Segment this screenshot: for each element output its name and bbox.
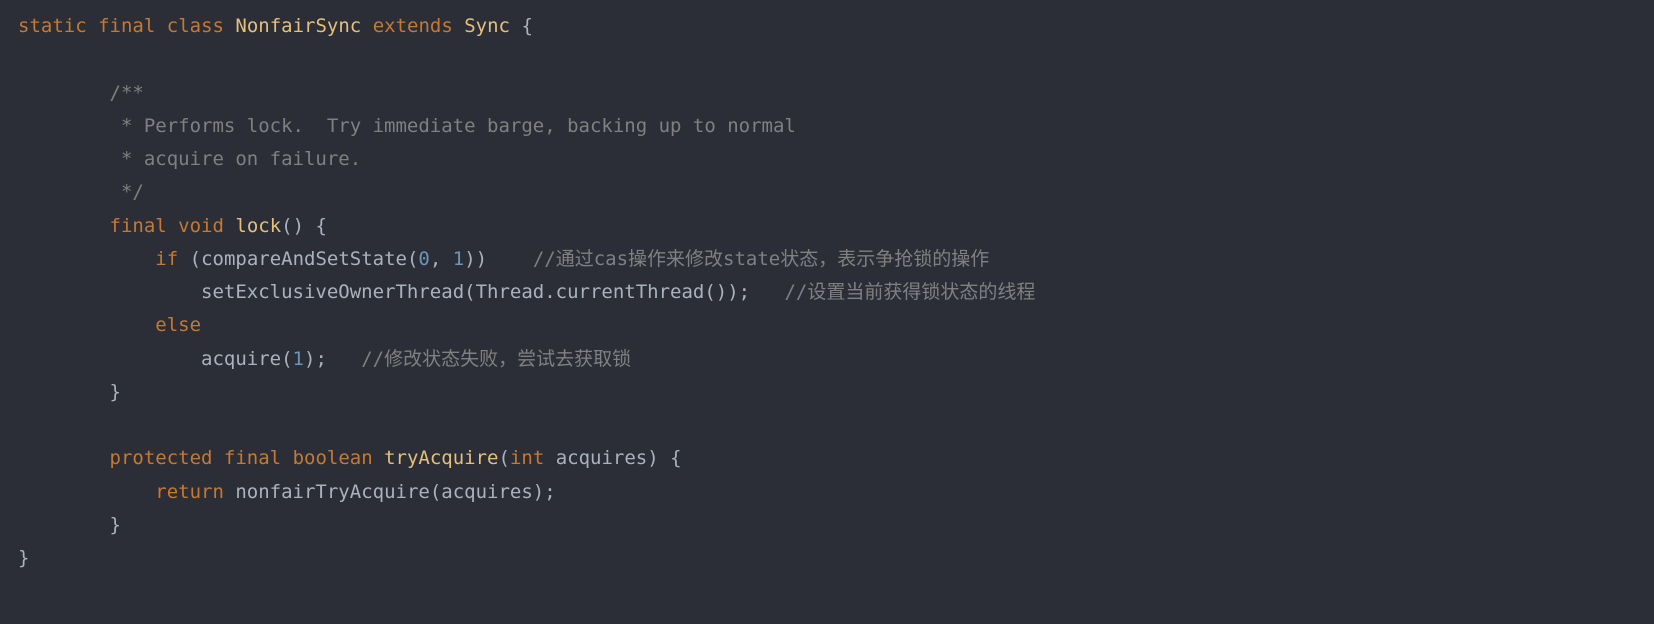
kw-static: static: [18, 15, 87, 37]
kw-final: final: [224, 447, 281, 469]
comment-line: * acquire on failure.: [110, 148, 362, 170]
method-tryacquire: tryAcquire: [384, 447, 498, 469]
call-acquire: acquire(: [201, 348, 293, 370]
call-nonfair: nonfairTryAcquire(acquires);: [224, 481, 556, 503]
param-name: acquires) {: [544, 447, 681, 469]
type-sync: Sync: [464, 15, 510, 37]
comment-owner: //设置当前获得锁状态的线程: [784, 281, 1035, 303]
kw-extends: extends: [373, 15, 453, 37]
call-setowner: setExclusiveOwnerThread(Thread.currentTh…: [201, 281, 750, 303]
paren-open: (: [499, 447, 510, 469]
kw-boolean: boolean: [293, 447, 373, 469]
brace-close: }: [110, 381, 121, 403]
call-cas: (compareAndSetState(: [190, 248, 419, 270]
kw-return: return: [155, 481, 224, 503]
comment-line: * Performs lock. Try immediate barge, ba…: [110, 115, 796, 137]
brace-close: }: [110, 514, 121, 536]
close-paren: )): [464, 248, 487, 270]
code-block: static final class NonfairSync extends S…: [0, 0, 1654, 585]
type-nonfairsync: NonfairSync: [235, 15, 361, 37]
num-one: 1: [293, 348, 304, 370]
kw-class: class: [167, 15, 224, 37]
parens: () {: [281, 215, 327, 237]
close-paren: );: [304, 348, 327, 370]
kw-final: final: [110, 215, 167, 237]
brace-open: {: [521, 15, 532, 37]
kw-else: else: [155, 314, 201, 336]
kw-final: final: [98, 15, 155, 37]
kw-if: if: [155, 248, 178, 270]
comment-line: */: [110, 181, 144, 203]
comment-cas: //通过cas操作来修改state状态，表示争抢锁的操作: [533, 248, 989, 270]
comment-acquire: //修改状态失败，尝试去获取锁: [361, 348, 631, 370]
num-zero: 0: [418, 248, 429, 270]
method-lock: lock: [235, 215, 281, 237]
type-int: int: [510, 447, 544, 469]
comma: ,: [430, 248, 453, 270]
kw-void: void: [178, 215, 224, 237]
brace-close: }: [18, 547, 29, 569]
kw-protected: protected: [110, 447, 213, 469]
num-one: 1: [453, 248, 464, 270]
comment-line: /**: [110, 82, 144, 104]
